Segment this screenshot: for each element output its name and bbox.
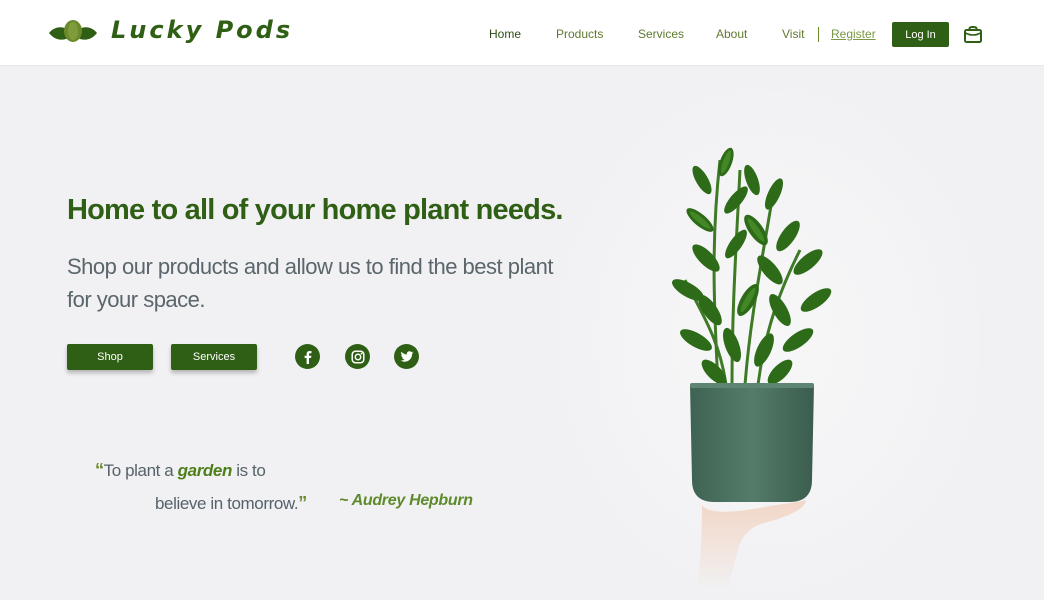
nav-services[interactable]: Services bbox=[638, 27, 684, 41]
quote-close-mark: ” bbox=[298, 493, 307, 513]
leaf-logo-icon[interactable] bbox=[47, 17, 99, 47]
hero-headline: Home to all of your home plant needs. bbox=[67, 194, 563, 226]
nav-divider bbox=[818, 27, 819, 42]
twitter-icon[interactable] bbox=[394, 344, 419, 369]
quote-open-mark: “ bbox=[95, 460, 104, 480]
potted-plant-image bbox=[672, 147, 832, 590]
brand-name[interactable]: Lucky Pods bbox=[111, 16, 293, 44]
quote-line-1: “To plant a garden is to bbox=[95, 460, 266, 481]
quote-text-line2: believe in tomorrow. bbox=[155, 494, 299, 513]
quote-text-part2: is to bbox=[231, 461, 266, 480]
quote-text-part1: To plant a bbox=[103, 461, 178, 480]
login-button[interactable]: Log In bbox=[892, 22, 949, 47]
nav-home[interactable]: Home bbox=[489, 27, 521, 41]
quote-author: ~ Audrey Hepburn bbox=[339, 492, 473, 509]
shopping-bag-icon[interactable] bbox=[963, 24, 983, 44]
quote-line-2: believe in tomorrow.” bbox=[155, 493, 307, 514]
nav-visit[interactable]: Visit bbox=[782, 27, 804, 41]
hero-subhead: Shop our products and allow us to find t… bbox=[67, 254, 553, 312]
quote-highlight-word: garden bbox=[177, 461, 233, 480]
nav-products[interactable]: Products bbox=[556, 27, 603, 41]
site-header: Lucky Pods Home Products Services About … bbox=[0, 0, 1044, 66]
register-link[interactable]: Register bbox=[831, 27, 876, 41]
shop-button[interactable]: Shop bbox=[67, 344, 153, 370]
instagram-icon[interactable] bbox=[345, 344, 370, 369]
nav-about[interactable]: About bbox=[716, 27, 747, 41]
services-button[interactable]: Services bbox=[171, 344, 257, 370]
facebook-icon[interactable] bbox=[295, 344, 320, 369]
